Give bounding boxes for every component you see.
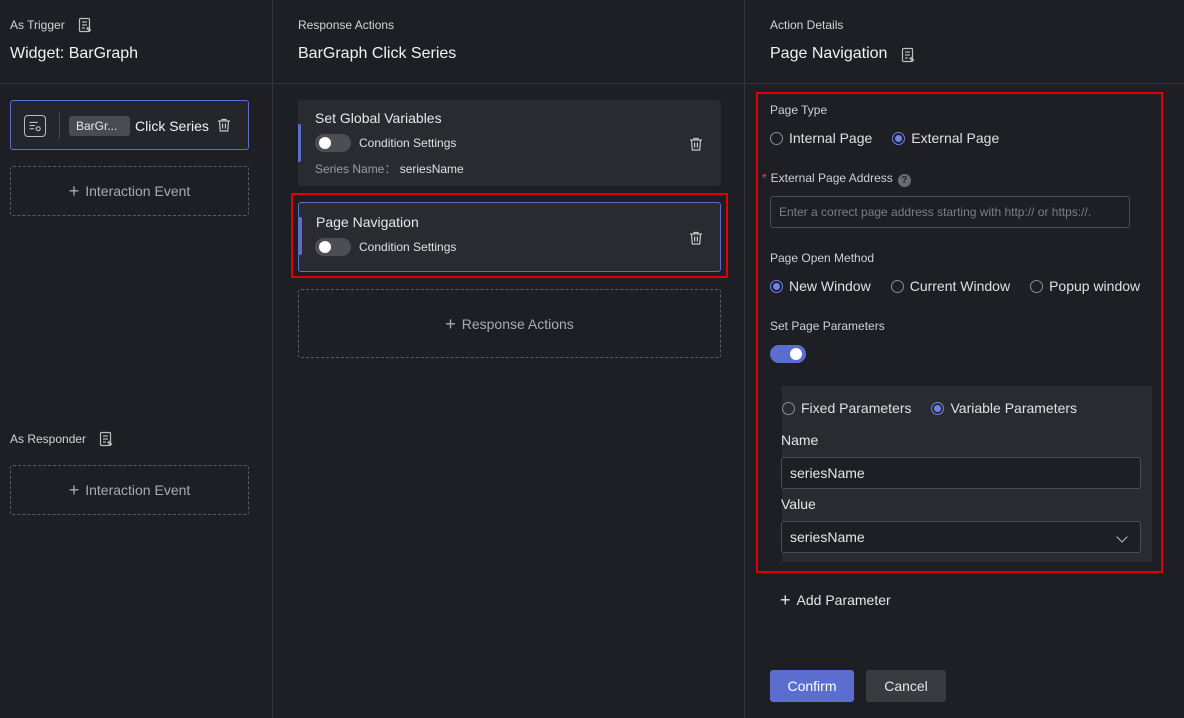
responder-section-label: As Responder [10,432,87,446]
widget-chip: BarGr... [69,116,130,136]
doc-icon[interactable] [77,17,93,33]
page-type-radio-group: Internal Page External Page [770,130,1019,146]
radio-popup-window[interactable]: Popup window [1030,278,1140,294]
open-method-radio-group: New Window Current Window Popup window [770,278,1160,294]
radio-internal-page[interactable]: Internal Page [770,130,872,146]
add-event-label: Interaction Event [85,183,191,199]
radio-icon [770,131,783,145]
interaction-event-card[interactable]: BarGr... Click Series [10,100,249,150]
required-mark: * [762,171,767,185]
trigger-panel: As Trigger Widget: BarGraph BarGr... Cli… [0,0,273,718]
responses-title: BarGraph Click Series [298,45,457,62]
event-label: Click Series [135,118,209,134]
radio-external-page[interactable]: External Page [892,130,999,146]
doc-icon[interactable] [98,431,114,447]
condition-label: Condition Settings [359,136,457,150]
param-name-input[interactable]: seriesName [781,457,1141,489]
confirm-button[interactable]: Confirm [770,670,854,702]
radio-label: Fixed Parameters [801,400,912,416]
response-actions-panel: Response Actions BarGraph Click Series S… [274,0,745,718]
divider [274,83,744,84]
radio-checked-icon [770,279,783,293]
add-event-label: Interaction Event [85,482,191,498]
responses-section-label: Response Actions [298,18,395,32]
add-parameter-label: Add Parameter [796,592,891,608]
page-type-label: Page Type [770,103,828,117]
add-response-action-button[interactable]: + Response Actions [298,289,721,358]
divider [59,113,60,139]
radio-icon [890,279,904,293]
page-params-label: Set Page Parameters [770,319,885,333]
event-list-icon [24,115,46,137]
radio-label: Current Window [909,278,1011,294]
radio-label: Internal Page [789,130,873,146]
series-name-meta: Series Name： seriesName [315,160,464,177]
help-icon[interactable]: ? [897,174,911,187]
add-interaction-event-button[interactable]: + Interaction Event [10,166,249,216]
details-section-label: Action Details [770,18,844,32]
meta-label: Series Name： [315,162,397,176]
details-title: Page Navigation [770,45,888,62]
radio-new-window[interactable]: New Window [770,278,871,294]
delete-icon[interactable] [217,118,231,132]
delete-icon[interactable] [689,137,703,151]
radio-checked-icon [931,401,945,415]
param-type-radio-group: Fixed Parameters Variable Parameters [782,400,1097,416]
page-params-toggle[interactable] [770,345,806,363]
radio-icon [782,401,795,415]
active-bar [298,124,301,162]
plus-icon: + [445,313,456,334]
parameter-box: Fixed Parameters Variable Parameters Nam… [781,386,1152,562]
chevron-down-icon [1116,531,1128,543]
action-name: Set Global Variables [315,110,442,126]
address-label-text: External Page Address [770,171,893,185]
add-parameter-button[interactable]: + Add Parameter [780,591,891,609]
action-details-panel: Action Details Page Navigation Page Type… [746,0,1184,718]
meta-value: seriesName [399,162,464,176]
radio-label: New Window [789,278,871,294]
radio-label: Variable Parameters [950,400,1078,416]
plus-icon: + [68,480,80,500]
address-label: * External Page Address? [762,171,911,187]
value-label: Value [781,496,816,512]
trigger-section-label: As Trigger [10,18,65,32]
radio-current-window[interactable]: Current Window [890,278,1011,294]
radio-fixed-parameters[interactable]: Fixed Parameters [782,400,911,416]
open-method-label: Page Open Method [770,251,875,265]
cancel-button[interactable]: Cancel [866,670,946,702]
plus-icon: + [68,181,80,201]
add-action-label: Response Actions [461,315,574,332]
radio-checked-icon [892,131,906,145]
plus-icon: + [780,590,791,610]
select-value: seriesName [790,529,865,545]
action-card-set-global-variables[interactable]: Set Global Variables Condition Settings … [298,100,721,186]
param-value-select[interactable]: seriesName [781,521,1141,553]
radio-label: External Page [911,130,1000,146]
trigger-title: Widget: BarGraph [10,45,139,62]
radio-variable-parameters[interactable]: Variable Parameters [931,400,1077,416]
add-responder-event-button[interactable]: + Interaction Event [10,465,249,515]
divider [746,83,1184,84]
doc-icon[interactable] [900,47,916,63]
condition-toggle[interactable] [315,134,351,152]
highlight-box [291,193,728,278]
divider [0,83,272,84]
radio-label: Popup window [1049,278,1141,294]
radio-icon [1030,279,1044,293]
external-page-address-input[interactable]: Enter a correct page address starting wi… [770,196,1130,228]
name-label: Name [781,432,819,448]
